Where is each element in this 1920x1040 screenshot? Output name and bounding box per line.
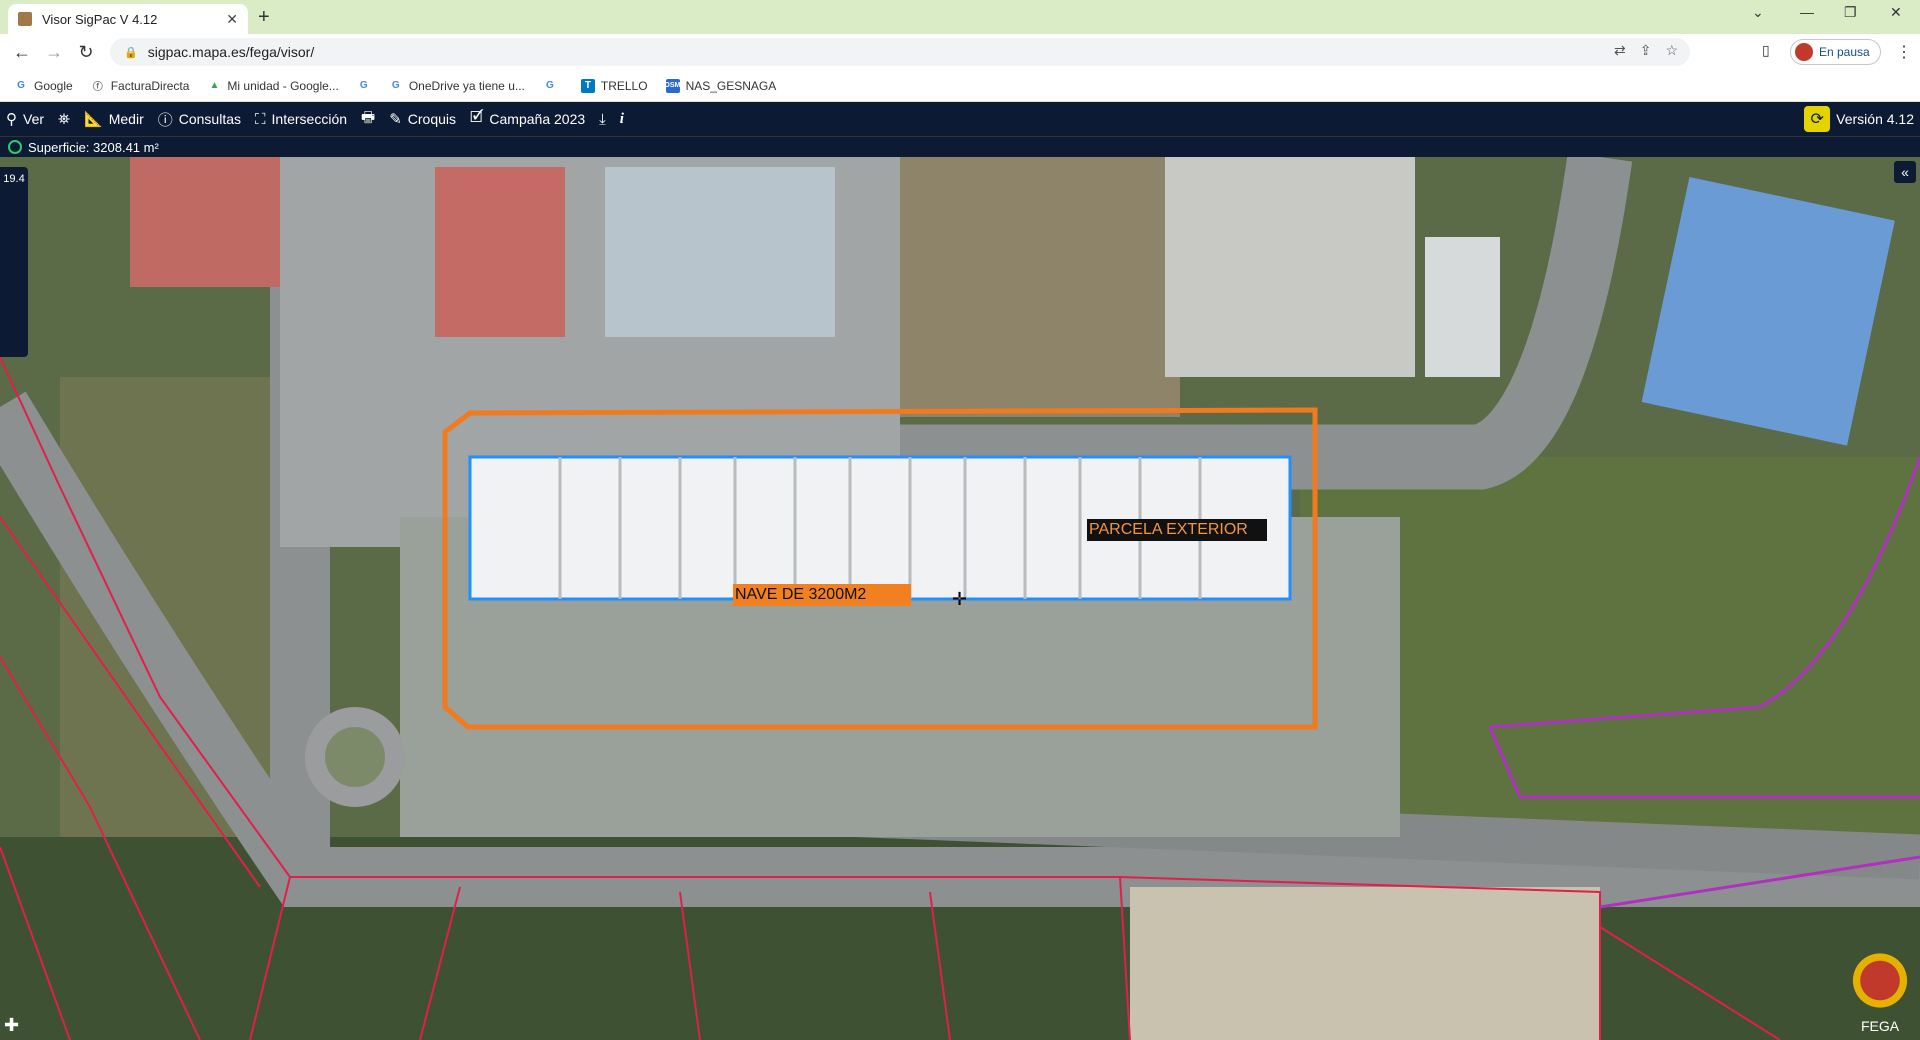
campana-button[interactable]: 🗹 Campaña 2023: [470, 107, 585, 132]
pencil-icon: ✎: [389, 111, 402, 128]
ruler-icon: 📐: [84, 111, 103, 128]
binoculars-button[interactable]: ⛯: [58, 111, 70, 128]
bookmark-label: NAS_GESNAGA: [685, 78, 777, 93]
minimize-icon[interactable]: —: [1800, 4, 1814, 20]
forward-icon[interactable]: →: [38, 42, 70, 63]
close-tab-icon[interactable]: ✕: [226, 11, 238, 28]
bookmark-label: Mi unidad - Google...: [227, 78, 339, 93]
facturadirecta-icon: ⓕ: [92, 82, 103, 93]
download-button[interactable]: ⤓: [599, 111, 606, 128]
version-label: Versión 4.12: [1836, 111, 1914, 127]
tab-search-icon[interactable]: ⌄: [1752, 4, 1764, 21]
map-canvas[interactable]: 19.4 « PARCELA EXTERIOR NAVE DE 3200M2 ✛…: [0, 157, 1920, 1040]
bookmark-label: Google: [34, 78, 73, 93]
bookmark-onedrive[interactable]: G OneDrive ya tiene u...: [389, 79, 525, 93]
ver-button[interactable]: ⚲ Ver: [6, 110, 44, 128]
drive-icon: ▲: [209, 80, 220, 91]
bookmark-google[interactable]: G Google: [14, 79, 73, 93]
bookmark-label: OneDrive ya tiene u...: [408, 78, 525, 93]
browser-tab[interactable]: Visor SigPac V 4.12 ✕: [8, 4, 248, 34]
trello-icon: T: [580, 78, 595, 93]
share-icon[interactable]: ⇪: [1640, 42, 1652, 59]
bookmark-nas[interactable]: DSM NAS_GESNAGA: [665, 78, 777, 93]
close-window-icon[interactable]: ✕: [1890, 4, 1902, 21]
fega-label: FEGA: [1860, 1018, 1900, 1034]
menu-icon[interactable]: ⋮: [1896, 42, 1912, 62]
intersection-icon: ⛶: [255, 110, 266, 128]
interseccion-button[interactable]: ⛶ Intersección: [255, 111, 347, 128]
tab-title: Visor SigPac V 4.12: [42, 11, 158, 27]
bookmark-google-3[interactable]: G: [543, 79, 563, 93]
version-button[interactable]: ⟳ Versión 4.12: [1804, 106, 1914, 132]
google-icon: G: [17, 80, 25, 91]
zoom-level-label: 19.4: [3, 173, 25, 185]
status-bar: Superficie: 3208.41 m²: [0, 136, 1920, 157]
side-panel-icon[interactable]: ▯: [1762, 42, 1770, 59]
fega-attribution: FEGA: [1850, 942, 1910, 1034]
bookmark-google-2[interactable]: G: [357, 79, 371, 93]
croquis-label: Croquis: [407, 111, 457, 127]
reload-icon[interactable]: ↻: [70, 42, 102, 63]
ver-label: Ver: [23, 111, 45, 127]
sigpac-favicon-icon: [18, 12, 32, 26]
info-icon: i: [619, 110, 624, 127]
sigpac-toolbar: ⚲ Ver ⛯ 📐 Medir ⓘ Consultas ⛶ Intersección 🖶…: [0, 102, 1920, 136]
print-icon: 🖶: [361, 108, 376, 126]
address-bar-row: ← → ↻ 🔒 sigpac.mapa.es/fega/visor/ ⇄ ⇪ ☆…: [0, 34, 1920, 70]
bookmark-trello[interactable]: T TRELLO: [580, 78, 648, 93]
medir-label: Medir: [108, 111, 144, 127]
profile-button[interactable]: En pausa: [1790, 39, 1881, 65]
info-button[interactable]: i: [620, 111, 624, 128]
search-icon: ⚲: [6, 111, 17, 128]
bookmark-drive[interactable]: ▲ Mi unidad - Google...: [207, 79, 338, 93]
lock-icon: 🔒: [124, 46, 138, 59]
collapse-panel-icon[interactable]: «: [1894, 161, 1916, 183]
expand-plus-icon[interactable]: ✚: [4, 1015, 19, 1036]
superficie-value: Superficie: 3208.41 m²: [28, 139, 159, 155]
binoculars-icon: ⛯: [58, 110, 71, 128]
campana-label: Campaña 2023: [489, 111, 586, 127]
medir-button[interactable]: 📐 Medir: [84, 110, 144, 128]
calendar-check-icon: 🗹: [470, 108, 484, 126]
translate-icon[interactable]: ⇄: [1614, 42, 1626, 59]
print-button[interactable]: 🖶: [361, 107, 375, 132]
bookmarks-bar: G Google ⓕ FacturaDirecta ▲ Mi unidad - Goo…: [0, 70, 1920, 102]
avatar: [1795, 43, 1813, 61]
consultas-button[interactable]: ⓘ Consultas: [158, 109, 241, 130]
info-circle-icon: ⓘ: [157, 111, 173, 129]
crosshair-cursor-icon: ✛: [952, 589, 968, 609]
spain-coat-of-arms-icon: [1850, 942, 1910, 1012]
profile-status: En pausa: [1819, 45, 1870, 59]
google-icon: G: [391, 80, 400, 91]
back-icon[interactable]: ←: [6, 42, 38, 63]
bookmark-label: TRELLO: [600, 78, 648, 93]
interseccion-label: Intersección: [271, 111, 348, 127]
bookmark-facturadirecta[interactable]: ⓕ FacturaDirecta: [91, 78, 190, 94]
consultas-label: Consultas: [178, 111, 242, 127]
download-icon: ⤓: [599, 110, 606, 128]
url-bar[interactable]: 🔒 sigpac.mapa.es/fega/visor/ ⇄ ⇪ ☆: [110, 38, 1690, 66]
nas-icon: DSM: [665, 78, 680, 93]
browser-tab-bar: Visor SigPac V 4.12 ✕ + ⌄ — ❐ ✕: [0, 0, 1920, 34]
restore-icon[interactable]: ❐: [1844, 4, 1857, 21]
sync-icon: ⟳: [1804, 106, 1831, 132]
bookmark-star-icon[interactable]: ☆: [1665, 42, 1678, 59]
parcela-exterior-label: PARCELA EXTERIOR: [1087, 519, 1267, 541]
url-text: sigpac.mapa.es/fega/visor/: [147, 44, 315, 60]
status-circle-icon: [8, 140, 22, 154]
nave-label: NAVE DE 3200M2: [733, 584, 911, 606]
croquis-button[interactable]: ✎ Croquis: [389, 110, 456, 128]
zoom-scale[interactable]: 19.4: [0, 167, 28, 357]
bookmark-label: FacturaDirecta: [110, 78, 190, 93]
new-tab-icon[interactable]: +: [258, 6, 270, 29]
google-icon: G: [359, 80, 368, 91]
google-icon: G: [545, 80, 554, 91]
